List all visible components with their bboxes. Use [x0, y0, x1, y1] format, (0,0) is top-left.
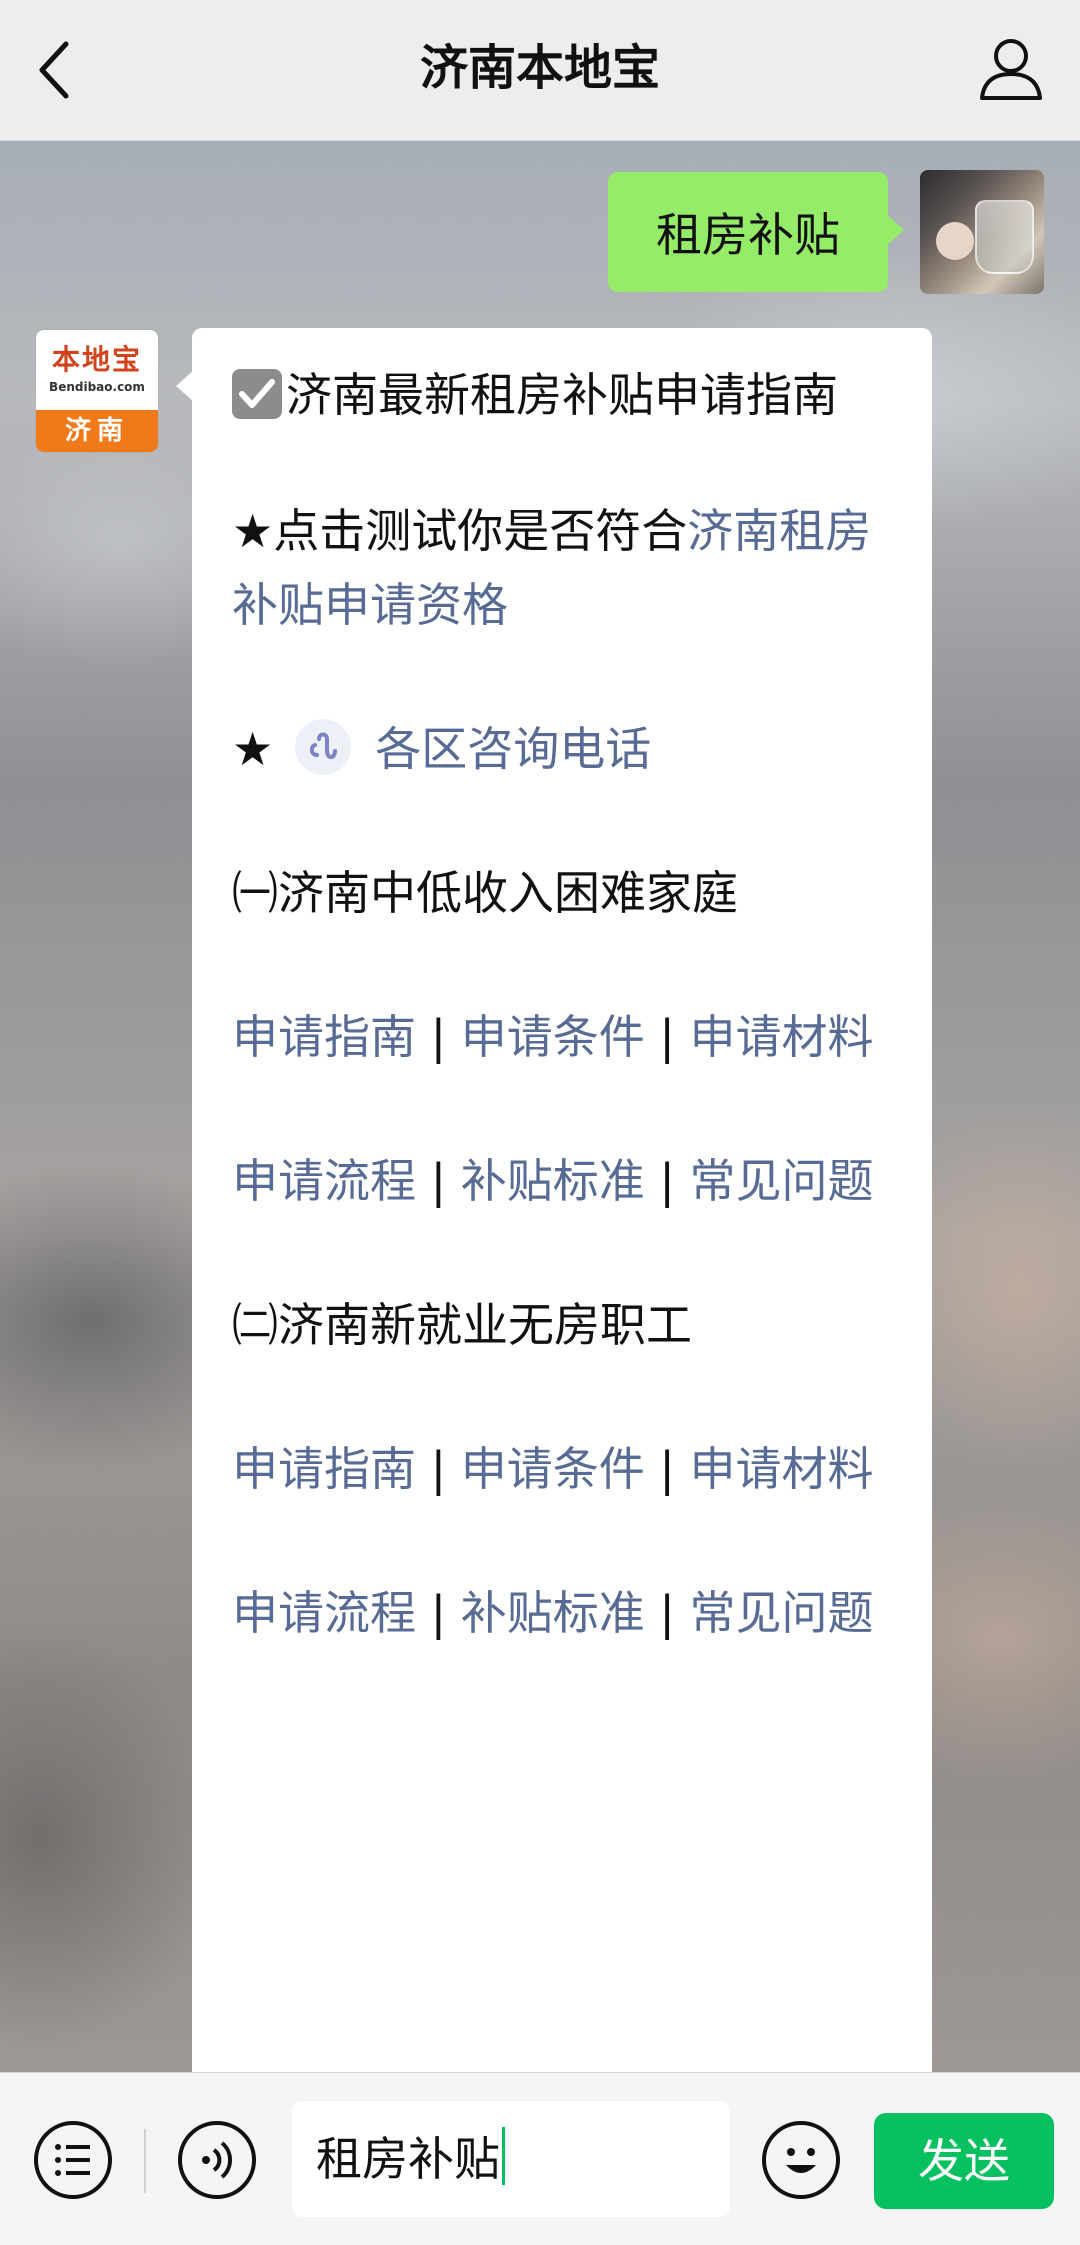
text-caret	[502, 2127, 505, 2185]
star-text: ★	[232, 722, 274, 776]
section1-links-row1: 申请指南 | 申请条件 | 申请材料	[232, 1000, 892, 1074]
bendibao-logo: 本地宝 Bendibao.com	[36, 330, 158, 410]
person-icon[interactable]	[976, 34, 1046, 104]
link-apply-conditions[interactable]: 申请条件	[461, 1010, 645, 1064]
consult-phone-link[interactable]: 各区咨询电话	[375, 722, 651, 776]
section2-title: ㈡济南新就业无房职工	[232, 1298, 692, 1352]
send-button[interactable]: 发送	[874, 2113, 1054, 2209]
checkbox-icon	[232, 369, 282, 419]
consult-phone-row: ★ 各区咨询电话	[232, 712, 892, 786]
separator: |	[659, 1154, 675, 1208]
bendibao-avatar[interactable]: 本地宝 Bendibao.com 济南	[36, 330, 158, 452]
eligibility-prefix: ★点击测试你是否符合	[232, 504, 688, 558]
link-apply-materials[interactable]: 申请材料	[690, 1010, 874, 1064]
eligibility-test: ★点击测试你是否符合济南租房补贴申请资格	[232, 494, 892, 642]
link-faq[interactable]: 常见问题	[690, 1586, 874, 1640]
sent-message-bubble[interactable]: 租房补贴	[608, 172, 904, 292]
avatar-glass-shape	[975, 200, 1034, 274]
logo-city: 济南	[36, 410, 158, 452]
link-faq[interactable]: 常见问题	[690, 1154, 874, 1208]
link-apply-process[interactable]: 申请流程	[232, 1154, 416, 1208]
top-bar: 济南本地宝	[0, 0, 1080, 141]
voice-icon[interactable]	[178, 2121, 256, 2199]
sent-message-text: 租房补贴	[656, 208, 840, 262]
section2-links-row2: 申请流程 | 补贴标准 | 常见问题	[232, 1576, 892, 1650]
message-input-text: 租房补贴	[316, 2132, 500, 2186]
guide-title: 济南最新租房补贴申请指南	[232, 358, 892, 432]
logo-subtext: Bendibao.com	[49, 380, 145, 394]
section2-links-row1: 申请指南 | 申请条件 | 申请材料	[232, 1432, 892, 1506]
separator: |	[659, 1010, 675, 1064]
separator: |	[430, 1586, 447, 1640]
mini-program-icon[interactable]	[295, 719, 352, 775]
page-title: 济南本地宝	[419, 40, 660, 96]
section1-title: ㈠济南中低收入困难家庭	[232, 866, 738, 920]
separator: |	[430, 1154, 447, 1208]
link-apply-guide[interactable]: 申请指南	[232, 1010, 416, 1064]
separator: |	[430, 1442, 447, 1496]
user-avatar[interactable]	[920, 170, 1044, 294]
link-apply-process[interactable]: 申请流程	[232, 1586, 416, 1640]
avatar-face-shape	[936, 222, 974, 260]
menu-list-icon[interactable]	[34, 2121, 112, 2199]
separator: |	[659, 1586, 675, 1640]
logo-text: 本地宝	[51, 343, 142, 376]
guide-title-text: 济南最新租房补贴申请指南	[286, 368, 838, 422]
link-apply-guide[interactable]: 申请指南	[232, 1442, 416, 1496]
message-input[interactable]: 租房补贴	[292, 2101, 730, 2217]
separator: |	[430, 1010, 447, 1064]
section1-links-row2: 申请流程 | 补贴标准 | 常见问题	[232, 1144, 892, 1218]
emoji-icon[interactable]	[762, 2121, 840, 2199]
link-subsidy-standard[interactable]: 补贴标准	[461, 1154, 645, 1208]
link-apply-materials[interactable]: 申请材料	[690, 1442, 874, 1496]
divider	[144, 2129, 146, 2193]
link-subsidy-standard[interactable]: 补贴标准	[461, 1586, 645, 1640]
input-bar: 租房补贴 发送	[0, 2072, 1080, 2245]
link-apply-conditions[interactable]: 申请条件	[461, 1442, 645, 1496]
received-message-bubble: 济南最新租房补贴申请指南 ★点击测试你是否符合济南租房补贴申请资格 ★ 各区咨询…	[176, 328, 932, 2078]
separator: |	[659, 1442, 675, 1496]
